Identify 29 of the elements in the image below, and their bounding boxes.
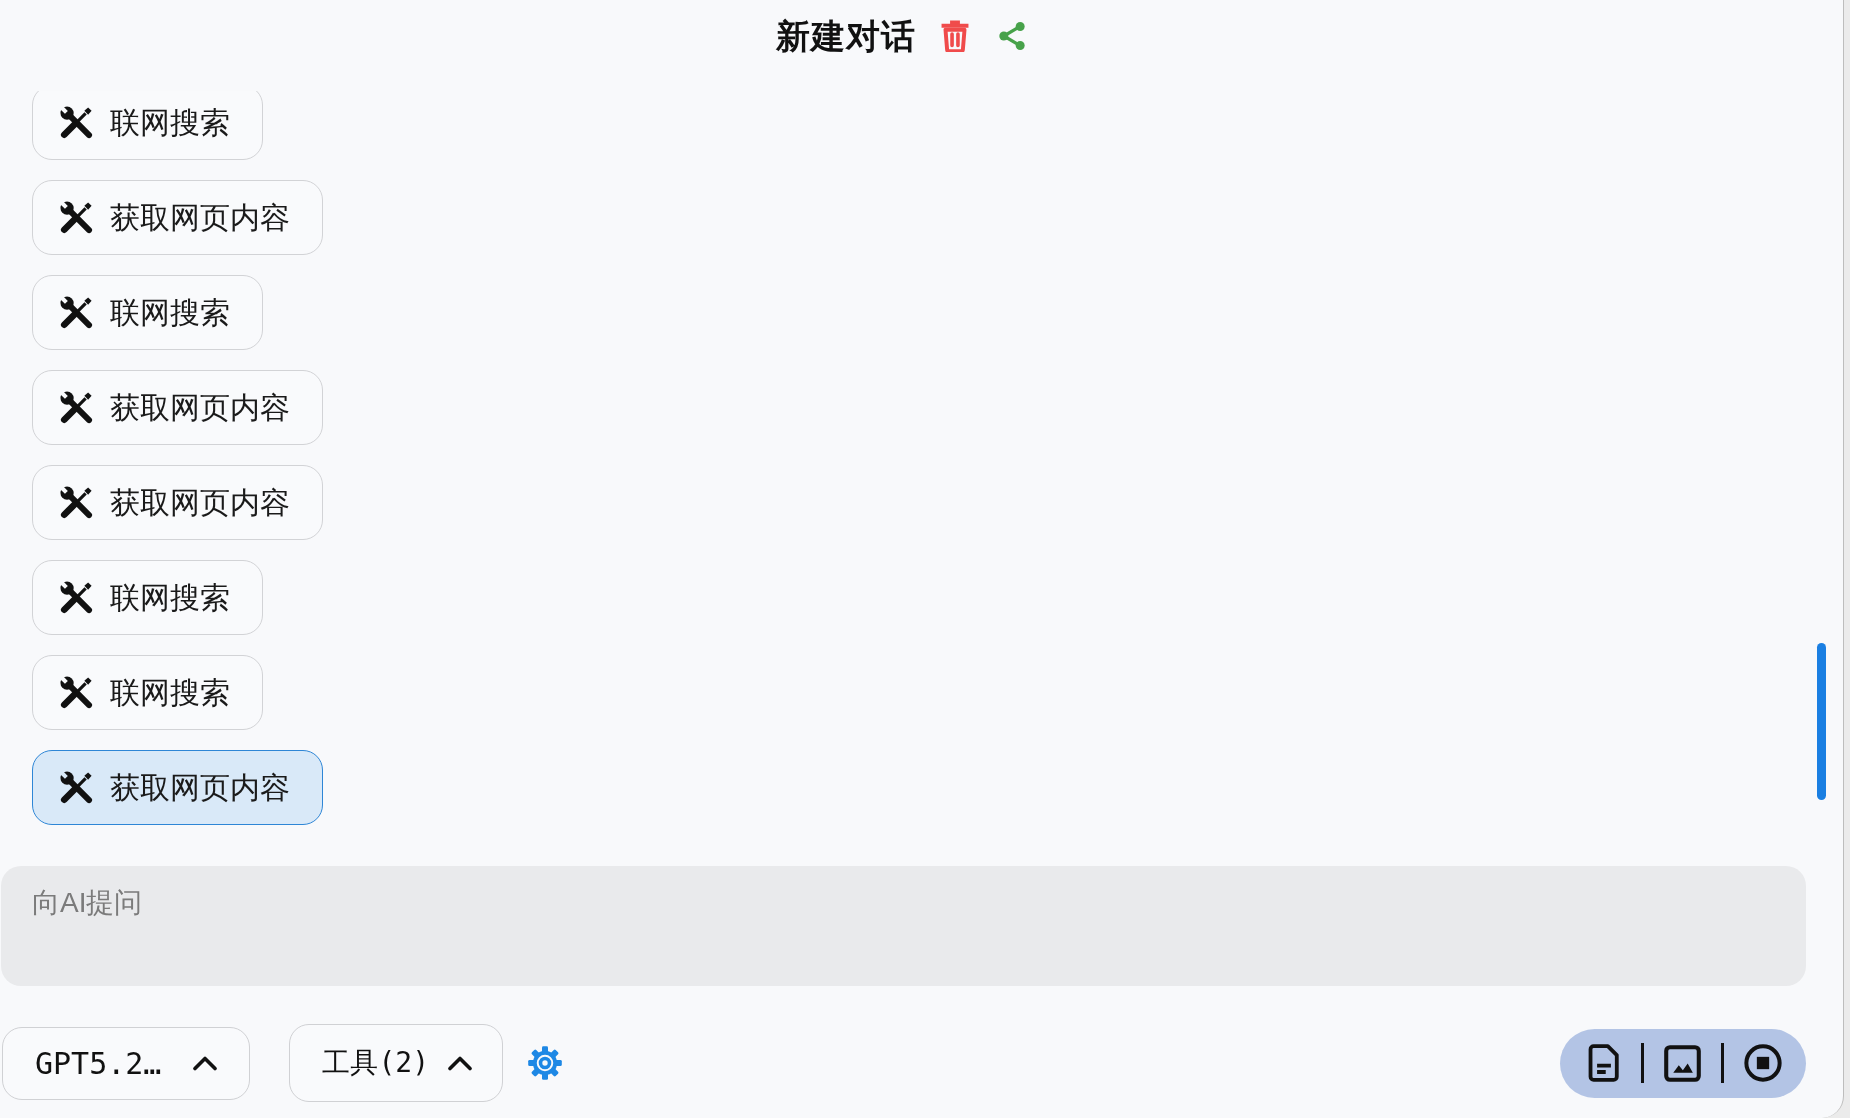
image-icon[interactable] bbox=[1664, 1044, 1701, 1082]
scrollbar-thumb[interactable] bbox=[1817, 643, 1826, 800]
crossed-tools-icon bbox=[60, 201, 93, 234]
tool-call-chip[interactable]: 获取网页内容 bbox=[32, 180, 323, 255]
chevron-up-icon bbox=[192, 1055, 219, 1071]
crossed-tools-icon bbox=[60, 581, 93, 614]
tool-call-chip[interactable]: 获取网页内容 bbox=[32, 750, 323, 825]
crossed-tools-icon bbox=[60, 296, 93, 329]
share-icon[interactable] bbox=[997, 21, 1027, 51]
tool-call-chip[interactable]: 联网搜索 bbox=[32, 91, 263, 160]
tool-call-chip[interactable]: 联网搜索 bbox=[32, 275, 263, 350]
trash-icon[interactable] bbox=[941, 20, 969, 52]
tool-call-chip[interactable]: 获取网页内容 bbox=[32, 465, 323, 540]
chat-title: 新建对话 bbox=[776, 19, 916, 53]
tool-call-chip[interactable]: 联网搜索 bbox=[32, 655, 263, 730]
crossed-tools-icon bbox=[60, 391, 93, 424]
crossed-tools-icon bbox=[60, 486, 93, 519]
crossed-tools-icon bbox=[60, 106, 93, 139]
prompt-input[interactable]: 向AI提问 bbox=[1, 866, 1806, 986]
chevron-up-icon bbox=[447, 1055, 473, 1071]
settings-icon[interactable] bbox=[527, 1045, 563, 1081]
crossed-tools-icon bbox=[60, 676, 93, 709]
crossed-tools-icon bbox=[60, 771, 93, 804]
stop-icon[interactable] bbox=[1744, 1044, 1782, 1082]
tools-dropdown[interactable]: 工具(2) bbox=[289, 1024, 503, 1102]
document-icon[interactable] bbox=[1587, 1044, 1621, 1082]
model-dropdown[interactable]: GPT5.2… bbox=[2, 1026, 251, 1100]
tool-call-chip[interactable]: 联网搜索 bbox=[32, 560, 263, 635]
tool-call-chip[interactable]: 获取网页内容 bbox=[32, 370, 323, 445]
